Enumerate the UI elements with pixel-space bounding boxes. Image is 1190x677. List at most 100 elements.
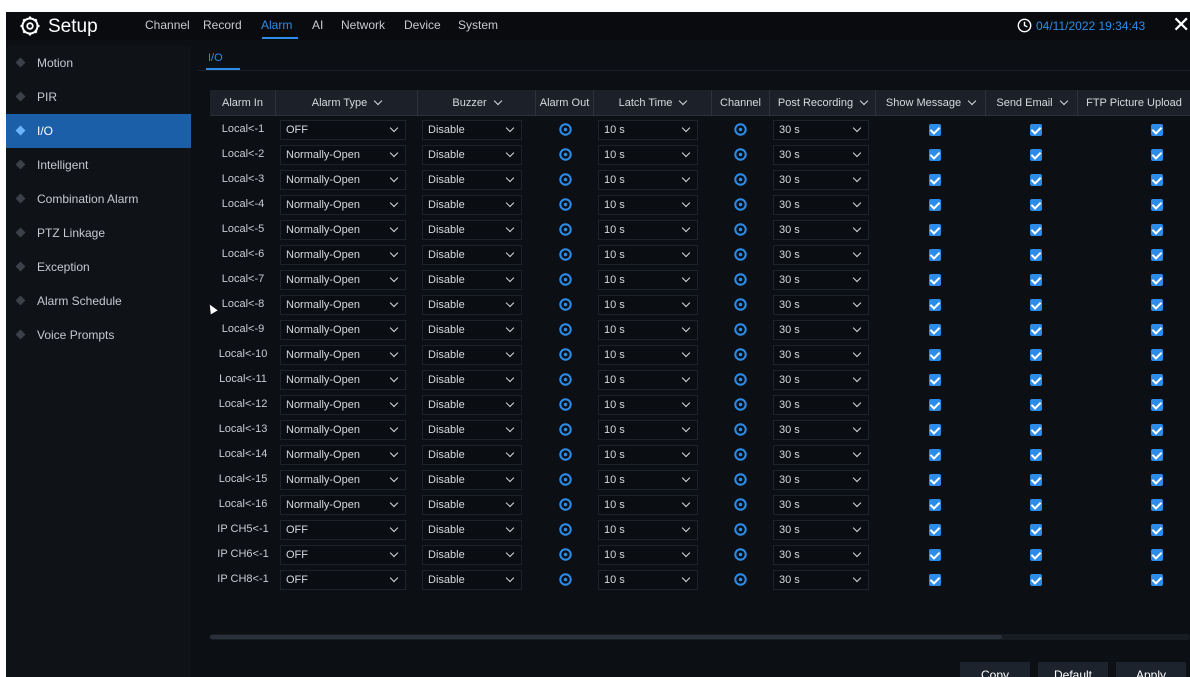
- ftp-upload-checkbox[interactable]: [1151, 499, 1163, 511]
- send-email-checkbox[interactable]: [1030, 199, 1042, 211]
- send-email-checkbox[interactable]: [1030, 149, 1042, 161]
- send-email-checkbox[interactable]: [1030, 524, 1042, 536]
- ftp-upload-checkbox[interactable]: [1151, 199, 1163, 211]
- post-recording-select[interactable]: 30 s: [773, 570, 869, 590]
- buzzer-select[interactable]: Disable: [422, 120, 522, 140]
- close-icon[interactable]: ✕: [1172, 13, 1190, 37]
- channel-settings-icon[interactable]: [734, 348, 747, 361]
- show-message-checkbox[interactable]: [929, 274, 941, 286]
- post-recording-select[interactable]: 30 s: [773, 470, 869, 490]
- ftp-upload-checkbox[interactable]: [1151, 524, 1163, 536]
- post-recording-select[interactable]: 30 s: [773, 270, 869, 290]
- latch-time-select[interactable]: 10 s: [598, 520, 698, 540]
- buzzer-select[interactable]: Disable: [422, 445, 522, 465]
- ftp-upload-checkbox[interactable]: [1151, 474, 1163, 486]
- channel-settings-icon[interactable]: [734, 173, 747, 186]
- channel-settings-icon[interactable]: [734, 323, 747, 336]
- latch-time-select[interactable]: 10 s: [598, 545, 698, 565]
- default-button[interactable]: Default: [1038, 662, 1108, 677]
- sidebar-item-motion[interactable]: Motion: [6, 46, 191, 80]
- show-message-checkbox[interactable]: [929, 224, 941, 236]
- post-recording-select[interactable]: 30 s: [773, 220, 869, 240]
- buzzer-select[interactable]: Disable: [422, 195, 522, 215]
- alarm-out-settings-icon[interactable]: [559, 448, 572, 461]
- ftp-upload-checkbox[interactable]: [1151, 299, 1163, 311]
- ftp-upload-checkbox[interactable]: [1151, 349, 1163, 361]
- header-buzzer[interactable]: Buzzer: [418, 90, 536, 116]
- channel-settings-icon[interactable]: [734, 298, 747, 311]
- alarm-out-settings-icon[interactable]: [559, 173, 572, 186]
- ftp-upload-checkbox[interactable]: [1151, 274, 1163, 286]
- header-send-email[interactable]: Send Email: [986, 90, 1078, 116]
- ftp-upload-checkbox[interactable]: [1151, 324, 1163, 336]
- ftp-upload-checkbox[interactable]: [1151, 149, 1163, 161]
- ftp-upload-checkbox[interactable]: [1151, 399, 1163, 411]
- tab-network[interactable]: Network: [341, 18, 385, 32]
- latch-time-select[interactable]: 10 s: [598, 220, 698, 240]
- send-email-checkbox[interactable]: [1030, 174, 1042, 186]
- show-message-checkbox[interactable]: [929, 449, 941, 461]
- buzzer-select[interactable]: Disable: [422, 220, 522, 240]
- alarm-out-settings-icon[interactable]: [559, 148, 572, 161]
- sidebar-item-voice-prompts[interactable]: Voice Prompts: [6, 318, 191, 352]
- alarm-type-select[interactable]: OFF: [280, 120, 406, 140]
- channel-settings-icon[interactable]: [734, 148, 747, 161]
- header-alarm-type[interactable]: Alarm Type: [276, 90, 418, 116]
- alarm-out-settings-icon[interactable]: [559, 498, 572, 511]
- alarm-out-settings-icon[interactable]: [559, 398, 572, 411]
- ftp-upload-checkbox[interactable]: [1151, 374, 1163, 386]
- channel-settings-icon[interactable]: [734, 273, 747, 286]
- channel-settings-icon[interactable]: [734, 548, 747, 561]
- channel-settings-icon[interactable]: [734, 198, 747, 211]
- latch-time-select[interactable]: 10 s: [598, 145, 698, 165]
- buzzer-select[interactable]: Disable: [422, 520, 522, 540]
- post-recording-select[interactable]: 30 s: [773, 545, 869, 565]
- ftp-upload-checkbox[interactable]: [1151, 224, 1163, 236]
- tab-alarm[interactable]: Alarm: [261, 18, 292, 32]
- alarm-out-settings-icon[interactable]: [559, 198, 572, 211]
- alarm-type-select[interactable]: Normally-Open: [280, 470, 406, 490]
- horizontal-scrollbar[interactable]: [210, 634, 1190, 640]
- alarm-type-select[interactable]: Normally-Open: [280, 445, 406, 465]
- send-email-checkbox[interactable]: [1030, 499, 1042, 511]
- alarm-type-select[interactable]: OFF: [280, 545, 406, 565]
- latch-time-select[interactable]: 10 s: [598, 445, 698, 465]
- alarm-type-select[interactable]: Normally-Open: [280, 395, 406, 415]
- buzzer-select[interactable]: Disable: [422, 170, 522, 190]
- send-email-checkbox[interactable]: [1030, 299, 1042, 311]
- post-recording-select[interactable]: 30 s: [773, 495, 869, 515]
- alarm-out-settings-icon[interactable]: [559, 373, 572, 386]
- latch-time-select[interactable]: 10 s: [598, 245, 698, 265]
- ftp-upload-checkbox[interactable]: [1151, 574, 1163, 586]
- send-email-checkbox[interactable]: [1030, 399, 1042, 411]
- ftp-upload-checkbox[interactable]: [1151, 249, 1163, 261]
- alarm-type-select[interactable]: Normally-Open: [280, 245, 406, 265]
- alarm-type-select[interactable]: Normally-Open: [280, 220, 406, 240]
- header-latch-time[interactable]: Latch Time: [594, 90, 712, 116]
- send-email-checkbox[interactable]: [1030, 324, 1042, 336]
- alarm-out-settings-icon[interactable]: [559, 298, 572, 311]
- post-recording-select[interactable]: 30 s: [773, 320, 869, 340]
- post-recording-select[interactable]: 30 s: [773, 195, 869, 215]
- alarm-out-settings-icon[interactable]: [559, 548, 572, 561]
- alarm-type-select[interactable]: Normally-Open: [280, 295, 406, 315]
- send-email-checkbox[interactable]: [1030, 449, 1042, 461]
- buzzer-select[interactable]: Disable: [422, 270, 522, 290]
- channel-settings-icon[interactable]: [734, 423, 747, 436]
- post-recording-select[interactable]: 30 s: [773, 345, 869, 365]
- buzzer-select[interactable]: Disable: [422, 545, 522, 565]
- show-message-checkbox[interactable]: [929, 424, 941, 436]
- channel-settings-icon[interactable]: [734, 473, 747, 486]
- alarm-type-select[interactable]: Normally-Open: [280, 345, 406, 365]
- send-email-checkbox[interactable]: [1030, 474, 1042, 486]
- post-recording-select[interactable]: 30 s: [773, 295, 869, 315]
- alarm-out-settings-icon[interactable]: [559, 123, 572, 136]
- alarm-type-select[interactable]: OFF: [280, 520, 406, 540]
- tab-record[interactable]: Record: [203, 18, 242, 32]
- buzzer-select[interactable]: Disable: [422, 245, 522, 265]
- channel-settings-icon[interactable]: [734, 123, 747, 136]
- subtab-io[interactable]: I/O: [208, 52, 223, 64]
- latch-time-select[interactable]: 10 s: [598, 370, 698, 390]
- tab-device[interactable]: Device: [404, 18, 441, 32]
- latch-time-select[interactable]: 10 s: [598, 170, 698, 190]
